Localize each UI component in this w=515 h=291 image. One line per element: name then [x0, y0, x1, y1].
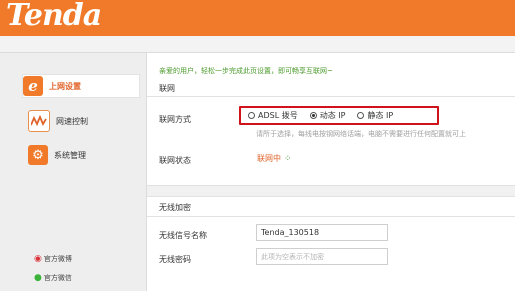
radio-unselected-icon — [357, 112, 365, 119]
password-label: 无线密码 — [159, 255, 191, 264]
connection-status: 联网中 ⁘ — [257, 153, 292, 164]
connection-status-label: 联网状态 — [159, 156, 191, 165]
official-wechat-link[interactable]: ● 官方微信 — [34, 273, 72, 283]
sidebar-item-label: 上网设置 — [49, 81, 81, 91]
sidebar-item-internet-settings[interactable]: e 上网设置 — [22, 74, 140, 98]
status-value: 联网中 — [257, 154, 281, 163]
adsl-dialup-radio[interactable]: ADSL 拨号 — [248, 110, 298, 121]
password-input[interactable] — [256, 248, 388, 265]
internet-section-title: 联网 — [159, 84, 175, 93]
connection-mode-group: ADSL 拨号 动态 IP 静态 IP — [239, 106, 439, 125]
header-subbar — [0, 36, 515, 53]
sidebar-item-label: 网速控制 — [56, 116, 88, 126]
section-divider — [147, 96, 515, 97]
gear-icon: ⚙ — [28, 145, 48, 165]
speed-wave-icon — [28, 110, 50, 132]
connection-mode-hint: 请所于选择，每线电按钢网络话端，电脑不需要进行任何配置就可上 — [256, 130, 466, 138]
official-weibo-link[interactable]: ◉ 官方微博 — [34, 254, 72, 264]
sidebar-item-label: 系统管理 — [54, 150, 86, 160]
loading-spinner-icon: ⁘ — [284, 153, 292, 164]
radio-label: 静态 IP — [367, 111, 394, 120]
main-panel: 亲爱的用户，轻松一步完成此页设置，即可畅享互联网~ 联网 联网方式 ADSL 拨… — [147, 53, 515, 291]
wechat-icon: ● — [34, 273, 42, 283]
ssid-label: 无线信号名称 — [159, 231, 207, 240]
weibo-link-label: 官方微博 — [43, 255, 72, 263]
radio-unselected-icon — [248, 112, 255, 119]
top-header: Tenda — [0, 0, 515, 36]
sidebar: e 上网设置 网速控制 ⚙ 系统管理 ◉ 官方微博 ● 官方微信 — [0, 53, 147, 291]
section-divider — [147, 196, 515, 197]
radio-label: ADSL 拨号 — [258, 111, 298, 120]
welcome-message: 亲爱的用户，轻松一步完成此页设置，即可畅享互联网~ — [159, 67, 333, 75]
section-divider — [147, 216, 515, 217]
sidebar-item-speed-control[interactable]: 网速控制 — [28, 110, 138, 132]
section-gap — [147, 186, 515, 196]
dynamic-ip-radio[interactable]: 动态 IP — [309, 110, 346, 121]
radio-label: 动态 IP — [319, 111, 346, 120]
weibo-icon: ◉ — [34, 254, 42, 264]
tenda-logo: Tenda — [6, 0, 102, 33]
sidebar-item-system-management[interactable]: ⚙ 系统管理 — [28, 144, 138, 166]
static-ip-radio[interactable]: 静态 IP — [357, 110, 393, 121]
ssid-input[interactable] — [256, 224, 388, 241]
internet-explorer-icon: e — [23, 76, 43, 96]
radio-selected-icon — [309, 112, 317, 119]
wireless-section-title: 无线加密 — [159, 203, 191, 212]
connection-mode-label: 联网方式 — [159, 115, 191, 124]
wechat-link-label: 官方微信 — [43, 274, 72, 282]
